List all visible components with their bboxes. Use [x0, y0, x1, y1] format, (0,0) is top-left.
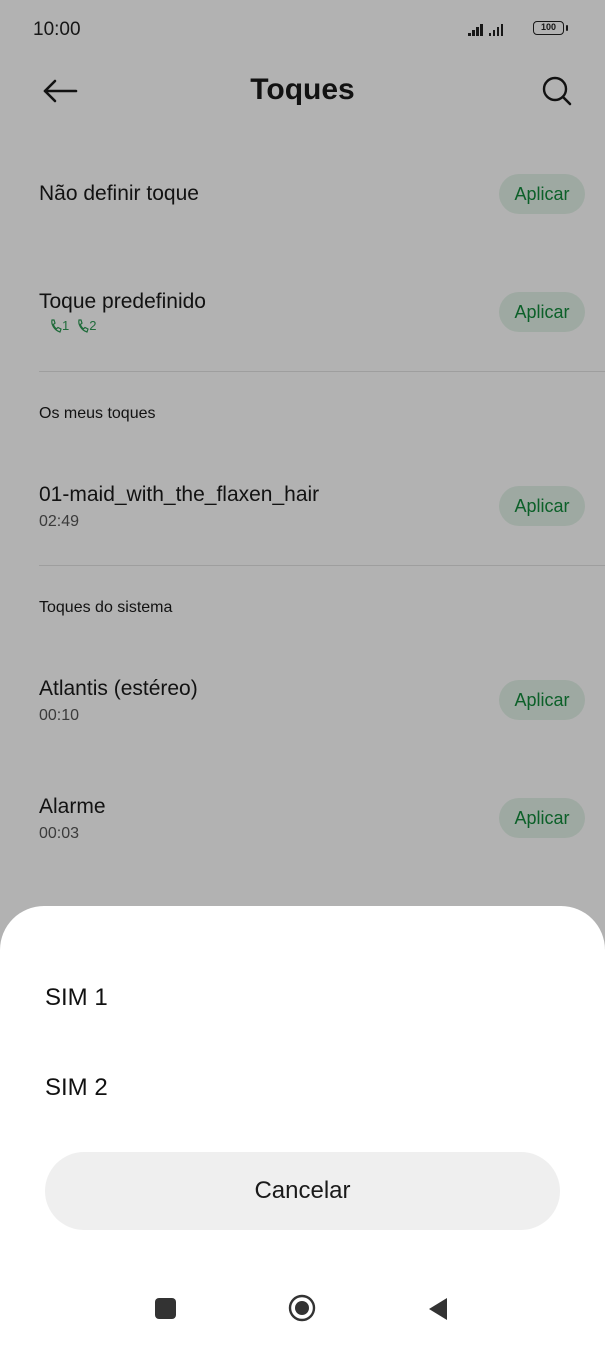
divider: [39, 565, 605, 566]
list-item-duration: 00:03: [39, 825, 80, 842]
signal-icon-sim2: [488, 24, 503, 36]
list-item-title: 01-maid_with_the_flaxen_hair: [39, 483, 320, 506]
list-item-title: Atlantis (estéreo): [39, 677, 198, 700]
sim1-label: 1: [62, 318, 70, 333]
divider: [39, 371, 605, 372]
home-button[interactable]: [288, 1294, 316, 1322]
battery-tip: [566, 25, 568, 31]
signal-icon-sim1: [468, 24, 483, 36]
sim1-option[interactable]: SIM 1: [45, 984, 108, 1012]
apply-button[interactable]: Aplicar: [499, 486, 585, 526]
sim-selection-sheet: SIM 1 SIM 2 Cancelar: [0, 906, 605, 1346]
status-bar: 10:00 100: [0, 0, 605, 60]
list-item-title: Alarme: [39, 795, 106, 818]
sim2-label: 2: [89, 318, 97, 333]
search-button[interactable]: [537, 73, 577, 109]
page-title: Toques: [250, 73, 355, 106]
apply-button[interactable]: Aplicar: [499, 680, 585, 720]
sim2-phone-icon: 2: [77, 318, 96, 333]
apply-button[interactable]: Aplicar: [499, 174, 585, 214]
apply-button[interactable]: Aplicar: [499, 292, 585, 332]
section-header-my-ringtones: Os meus toques: [39, 405, 156, 422]
triangle-back-icon: [429, 1298, 447, 1320]
apply-button[interactable]: Aplicar: [499, 798, 585, 838]
list-item-duration: 02:49: [39, 513, 80, 530]
recents-button[interactable]: [155, 1298, 176, 1319]
sim1-phone-icon: 1: [50, 318, 69, 333]
list-item-title: Não definir toque: [39, 182, 199, 205]
nav-back-button[interactable]: [427, 1296, 449, 1322]
search-icon: [542, 76, 572, 106]
list-item-title: Toque predefinido: [39, 290, 206, 313]
circle-icon: [288, 1294, 316, 1322]
signal-icons: [468, 22, 503, 36]
list-item-duration: 00:10: [39, 707, 80, 724]
section-header-system-ringtones: Toques do sistema: [39, 599, 173, 616]
status-time: 10:00: [33, 19, 81, 40]
front-camera: [290, 20, 310, 40]
cancel-button[interactable]: Cancelar: [45, 1152, 560, 1230]
sim-tags: 1 2: [50, 318, 96, 333]
battery-icon: 100: [533, 21, 564, 35]
sim2-option[interactable]: SIM 2: [45, 1074, 108, 1102]
